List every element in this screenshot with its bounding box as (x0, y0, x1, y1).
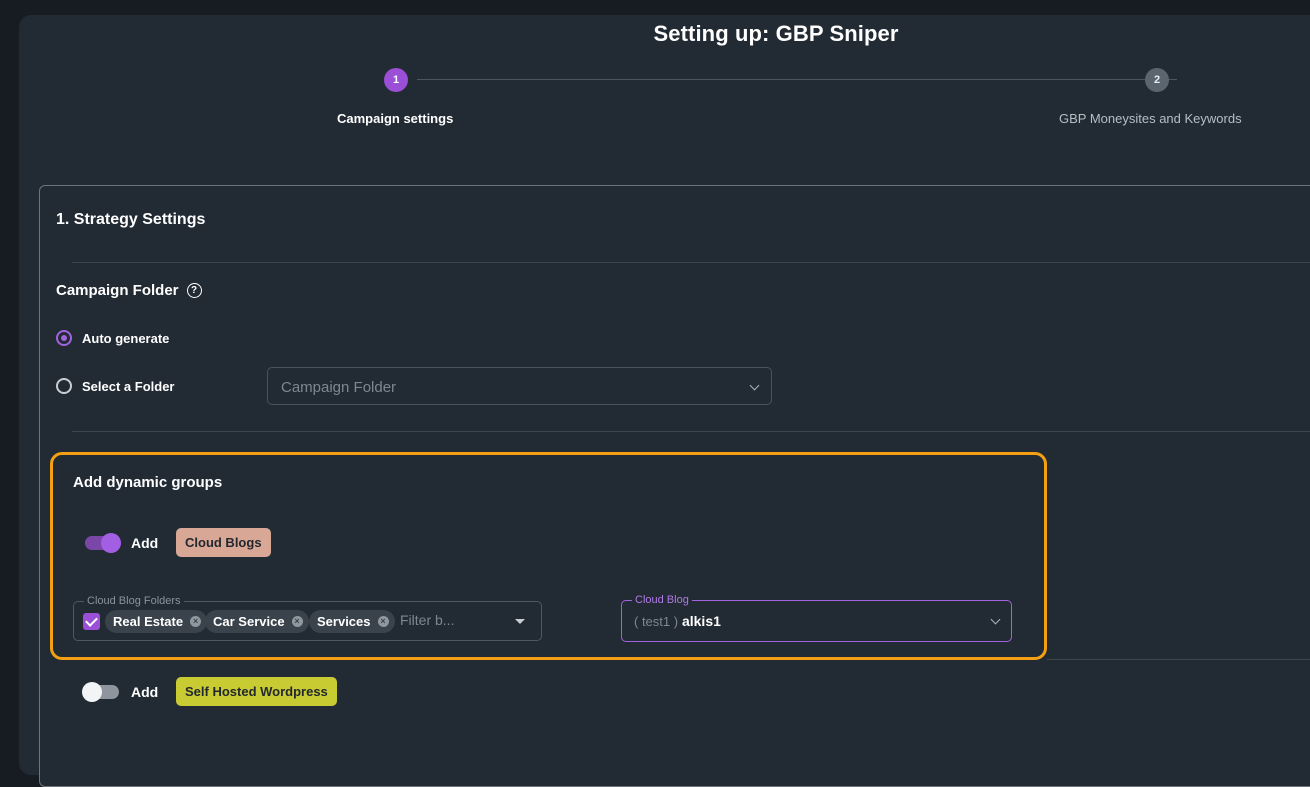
chip-label: Services (317, 614, 371, 629)
divider (72, 431, 1310, 432)
step-2-indicator[interactable]: 2 (1145, 68, 1169, 92)
toggle-knob (82, 682, 102, 702)
cloud-blog-prefix: ( test1 ) (634, 614, 679, 629)
campaign-folder-label-text: Campaign Folder (56, 282, 179, 299)
toggle-knob (101, 533, 121, 553)
remove-chip-icon[interactable]: × (291, 616, 303, 627)
step-1-indicator[interactable]: 1 (384, 68, 408, 92)
campaign-folder-select[interactable]: Campaign Folder (267, 367, 772, 405)
chip-label: Car Service (213, 614, 285, 629)
divider (1047, 659, 1310, 660)
campaign-folder-label: Campaign Folder ? (56, 282, 202, 299)
filter-input[interactable]: Filter b... (400, 612, 454, 628)
radio-auto-generate[interactable]: Auto generate (56, 330, 169, 346)
page-title: Setting up: GBP Sniper (653, 21, 899, 46)
cloud-blog-folders-legend: Cloud Blog Folders (84, 594, 184, 608)
remove-chip-icon[interactable]: × (377, 616, 389, 627)
cloud-blog-name: alkis1 (681, 613, 721, 629)
radio-button-unchecked[interactable] (56, 378, 72, 394)
select-all-checkbox[interactable] (83, 613, 100, 630)
dynamic-groups-title: Add dynamic groups (73, 474, 223, 491)
cloud-blog-folders-field[interactable]: Cloud Blog Folders Real Estate × Car Ser… (73, 594, 542, 641)
folder-chip: Real Estate × (105, 610, 208, 633)
step-2-label[interactable]: GBP Moneysites and Keywords (1059, 111, 1242, 126)
folder-chip: Car Service × (205, 610, 309, 633)
folder-chip: Services × (309, 610, 395, 633)
cloud-blog-value: ( test1 ) alkis1 (634, 613, 721, 629)
cloud-blog-legend: Cloud Blog (632, 593, 692, 607)
self-hosted-add-label: Add (131, 684, 159, 700)
radio-label: Select a Folder (82, 378, 175, 394)
cloud-blogs-tag: Cloud Blogs (176, 528, 271, 557)
strategy-settings-title: 1. Strategy Settings (56, 211, 206, 228)
cloud-blog-select[interactable]: Cloud Blog ( test1 ) alkis1 (621, 593, 1012, 642)
cloud-blogs-toggle[interactable] (85, 533, 121, 553)
chip-label: Real Estate (113, 614, 184, 629)
divider (72, 262, 1310, 263)
radio-button-checked[interactable] (56, 330, 72, 346)
chevron-down-icon (749, 380, 760, 391)
stepper-line (417, 79, 1177, 80)
help-icon[interactable]: ? (186, 283, 202, 298)
self-hosted-wordpress-tag: Self Hosted Wordpress (176, 677, 337, 706)
radio-select-folder[interactable]: Select a Folder (56, 378, 174, 394)
cloud-blogs-add-label: Add (131, 535, 159, 551)
radio-label: Auto generate (82, 330, 170, 346)
chevron-down-icon[interactable] (990, 614, 1001, 625)
step-1-label[interactable]: Campaign settings (337, 111, 453, 126)
self-hosted-toggle[interactable] (82, 682, 119, 702)
campaign-folder-placeholder: Campaign Folder (281, 379, 397, 396)
remove-chip-icon[interactable]: × (190, 616, 202, 627)
dropdown-arrow-icon[interactable] (515, 619, 525, 624)
